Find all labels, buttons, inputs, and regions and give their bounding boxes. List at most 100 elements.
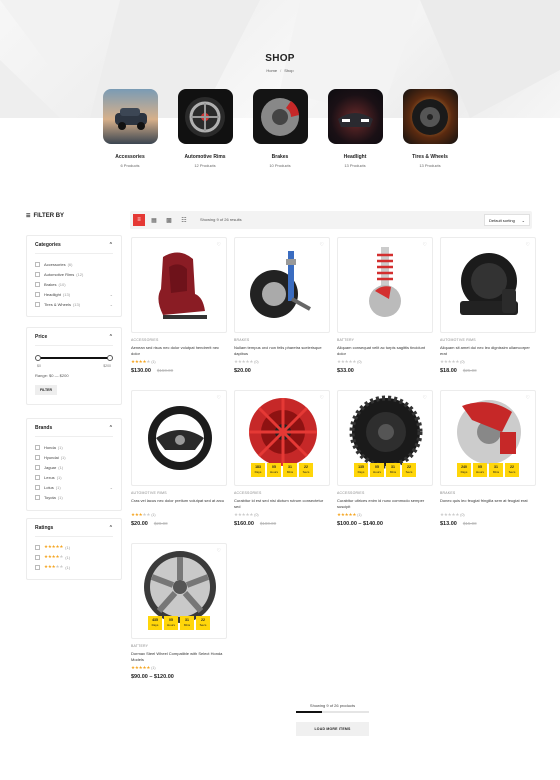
- product-price: $90.00 – $120.00: [131, 674, 174, 680]
- price-range-text: Range: $0 — $200: [35, 373, 69, 378]
- grid-4-icon[interactable]: ▩: [163, 214, 175, 226]
- product-title[interactable]: Curabitur id est sed nisi dictum rutrum …: [234, 498, 330, 510]
- sort-select[interactable]: Default sorting ⌄: [484, 214, 530, 226]
- product-image[interactable]: ♡ 183 Days 05 Hours 31 Mins 22 Secs: [234, 390, 330, 486]
- product-category[interactable]: ACCESSORIES: [337, 491, 433, 495]
- wishlist-heart-icon[interactable]: ♡: [423, 395, 427, 401]
- product-image[interactable]: ♡: [234, 237, 330, 333]
- list-view-icon[interactable]: ≡: [133, 214, 145, 226]
- product-card[interactable]: ♡ BATTERY Aliquam consequat velit ac tur…: [337, 237, 433, 374]
- filter-category-option[interactable]: Accessories (6): [35, 259, 113, 269]
- product-image[interactable]: ♡: [337, 237, 433, 333]
- product-card[interactable]: ♡ 240 Days 05 Hours 31 Mins 22 Secs BRAKES Donec…: [440, 390, 536, 527]
- product-image[interactable]: ♡: [131, 390, 227, 486]
- filter-brand-option[interactable]: Lexus (1): [35, 472, 113, 482]
- product-title[interactable]: Aenean sed risus nec dolor volutpat hend…: [131, 345, 227, 357]
- results-count: Showing 9 of 26 results: [200, 217, 242, 222]
- product-card[interactable]: ♡ 435 Days 05 Hours 31 Mins 22 Secs BATTERY Dorm…: [131, 543, 227, 680]
- category-accessories[interactable]: Accessories 6 Products: [95, 89, 165, 168]
- wishlist-heart-icon[interactable]: ♡: [423, 242, 427, 248]
- product-category[interactable]: BATTERY: [131, 644, 227, 648]
- category-brakes[interactable]: Brakes 10 Products: [245, 89, 315, 168]
- load-more-button[interactable]: LOAD MORE ITEMS: [296, 722, 369, 736]
- price-min-handle[interactable]: [35, 355, 41, 361]
- shop-toolbar: ≡ ▦ ▩ ☷ Showing 9 of 26 results Default …: [130, 211, 532, 229]
- product-title[interactable]: Donec quis leo feugiat fringilla sem at …: [440, 498, 536, 510]
- chevron-up-icon[interactable]: ⌃: [109, 334, 113, 340]
- wishlist-heart-icon[interactable]: ♡: [320, 242, 324, 248]
- product-title[interactable]: Aliquam consequat velit ac turpis sagitt…: [337, 345, 433, 357]
- product-title[interactable]: Nullam tempus orci non felis pharetra sc…: [234, 345, 330, 357]
- filter-brand-option[interactable]: Jaguar (1): [35, 462, 113, 472]
- product-rating: ★★★★★ (1): [131, 359, 156, 364]
- product-price: $13.00 $15.00: [440, 521, 477, 527]
- wishlist-heart-icon[interactable]: ♡: [217, 395, 221, 401]
- filter-category-option[interactable]: Headlight (13) ⌄: [35, 289, 113, 299]
- product-category[interactable]: AUTOMOTIVE RIMS: [131, 491, 227, 495]
- chevron-up-icon[interactable]: ⌃: [109, 425, 113, 431]
- wishlist-heart-icon[interactable]: ♡: [320, 395, 324, 401]
- product-category[interactable]: AUTOMOTIVE RIMS: [440, 338, 536, 342]
- wishlist-heart-icon[interactable]: ♡: [526, 395, 530, 401]
- product-category[interactable]: BRAKES: [440, 491, 536, 495]
- filter-rating-3[interactable]: ★★★★★ (1): [35, 562, 113, 572]
- category-tires-wheels[interactable]: Tires & Wheels 13 Products: [395, 89, 465, 168]
- filter-category-option[interactable]: Brakes (10): [35, 279, 113, 289]
- product-card[interactable]: ♡ BRAKES Nullam tempus orci non felis ph…: [234, 237, 330, 374]
- chevron-up-icon[interactable]: ⌃: [109, 525, 113, 531]
- wishlist-heart-icon[interactable]: ♡: [526, 242, 530, 248]
- product-card[interactable]: ♡ ACCESSORIES Aenean sed risus nec dolor…: [131, 237, 227, 374]
- product-image[interactable]: ♡: [440, 237, 536, 333]
- product-image[interactable]: ♡ 435 Days 05 Hours 31 Mins 22 Secs: [131, 543, 227, 639]
- category-headlight[interactable]: Headlight 13 Products: [320, 89, 390, 168]
- product-category[interactable]: ACCESSORIES: [131, 338, 227, 342]
- filter-brand-option[interactable]: Toyota (1): [35, 492, 113, 502]
- page-title: SHOP: [265, 53, 295, 64]
- grid-2-icon[interactable]: ▦: [148, 214, 160, 226]
- product-card[interactable]: ♡ AUTOMOTIVE RIMS Aliquam sit amet dui n…: [440, 237, 536, 374]
- product-rating: ★★★★★ (0): [234, 512, 259, 517]
- product-title[interactable]: Dormax Steel Wheel Compatible with Selec…: [131, 651, 227, 663]
- suv-car-image: [102, 89, 158, 144]
- product-image[interactable]: ♡: [131, 237, 227, 333]
- tire-image: [402, 89, 458, 144]
- product-category[interactable]: ACCESSORIES: [234, 491, 330, 495]
- filter-rating-5[interactable]: ★★★★★ (1): [35, 542, 113, 552]
- brands-filter: Brands ⌃ Honda (1) Hyundai (1) Jaguar (1) Le…: [26, 418, 122, 511]
- filter-brand-option[interactable]: Lotus (1) ⌄: [35, 482, 113, 492]
- chevron-down-icon: ⌄: [109, 291, 113, 297]
- product-card[interactable]: ♡ 183 Days 05 Hours 31 Mins 22 Secs ACCESSORIES …: [234, 390, 330, 527]
- product-card[interactable]: ♡ AUTOMOTIVE RIMS Cras vel lacus nec dol…: [131, 390, 227, 527]
- price-slider[interactable]: [35, 355, 113, 361]
- category-automotive-rims[interactable]: Automotive Rims 12 Products: [170, 89, 240, 168]
- headlight-image: [327, 89, 383, 144]
- product-price: $130.00 $150.00: [131, 368, 174, 374]
- product-old-price: $15.00: [462, 521, 477, 526]
- price-max-handle[interactable]: [107, 355, 113, 361]
- product-category[interactable]: BRAKES: [234, 338, 330, 342]
- product-rating: ★★★★★ (0): [440, 512, 465, 517]
- filter-brand-option[interactable]: Honda (1): [35, 442, 113, 452]
- product-category[interactable]: BATTERY: [337, 338, 433, 342]
- chevron-up-icon[interactable]: ⌃: [109, 242, 113, 248]
- ratings-filter: Ratings ⌃ ★★★★★ (1) ★★★★★ (1) ★★★★★ (1): [26, 518, 122, 580]
- breadcrumb-home[interactable]: Home: [266, 68, 277, 73]
- product-card[interactable]: ♡ 135 Days 05 Hours 31 Mins 22 Secs ACCESSORIES …: [337, 390, 433, 527]
- breadcrumb-current: Shop: [284, 68, 294, 73]
- product-title[interactable]: Aliquam sit amet dui nec leo dignissim u…: [440, 345, 536, 357]
- product-rating: ★★★★★ (0): [440, 359, 465, 364]
- product-title[interactable]: Cras vel lacus nec dolor pretium volutpa…: [131, 498, 227, 510]
- filter-brand-option[interactable]: Hyundai (1): [35, 452, 113, 462]
- filter-button[interactable]: FILTER: [35, 385, 57, 395]
- filter-category-option[interactable]: Automotive Rims (12): [35, 269, 113, 279]
- product-old-price: $180.00: [259, 521, 277, 526]
- grid-list-icon[interactable]: ☷: [178, 214, 190, 226]
- wishlist-heart-icon[interactable]: ♡: [217, 548, 221, 554]
- wishlist-heart-icon[interactable]: ♡: [217, 242, 221, 248]
- product-image[interactable]: ♡ 135 Days 05 Hours 31 Mins 22 Secs: [337, 390, 433, 486]
- filter-category-option[interactable]: Tires & Wheels (13) ⌄: [35, 299, 113, 309]
- product-old-price: $25.00: [462, 368, 477, 373]
- product-image[interactable]: ♡ 240 Days 05 Hours 31 Mins 22 Secs: [440, 390, 536, 486]
- filter-rating-4[interactable]: ★★★★★ (1): [35, 552, 113, 562]
- product-title[interactable]: Curabitur ultrices enim id nunc commodo …: [337, 498, 433, 510]
